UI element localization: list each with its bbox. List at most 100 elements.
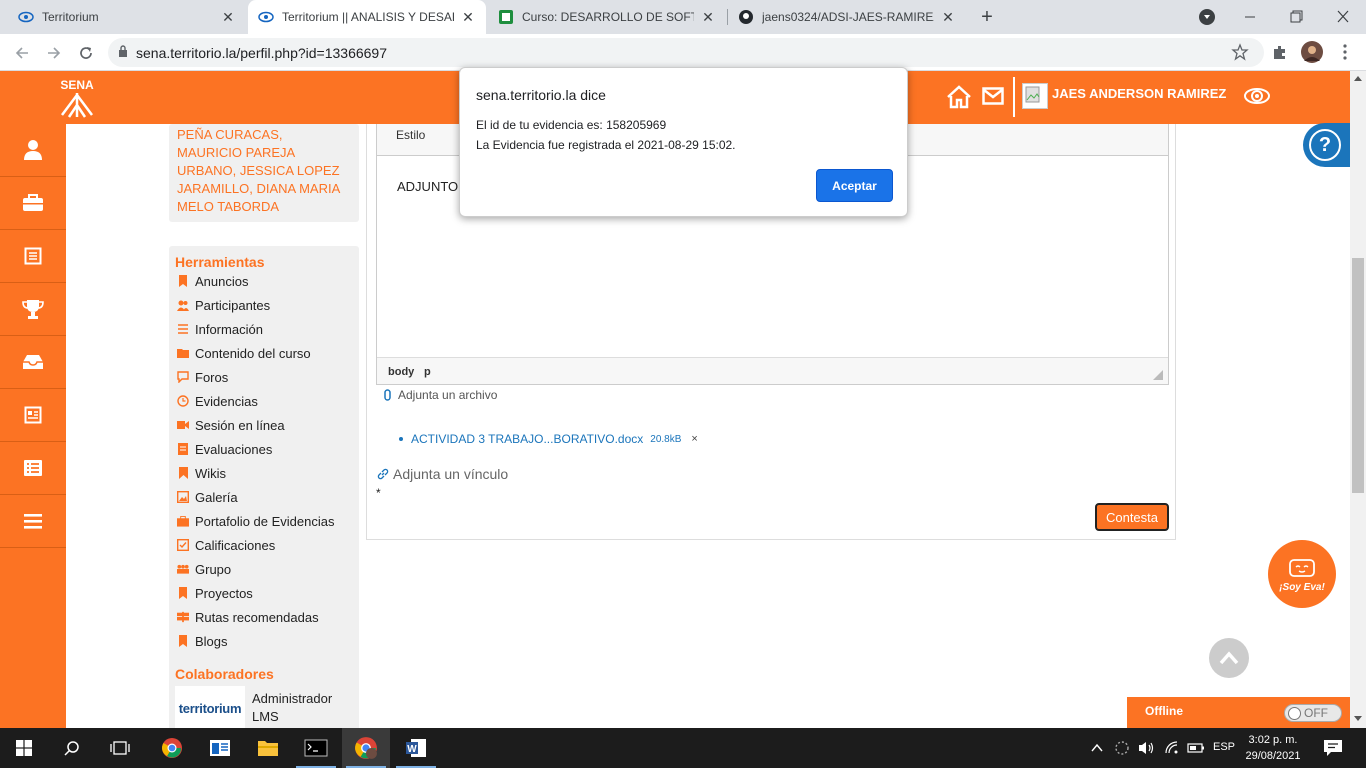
sena-logo[interactable]: SENA [54, 75, 100, 119]
members-list: PEÑA CURACAS, MAURICIO PAREJA URBANO, JE… [177, 126, 340, 216]
attach-file-link[interactable]: Adjunta un archivo [383, 388, 497, 402]
close-tab-icon[interactable]: ✕ [940, 9, 956, 26]
taskbar-clock[interactable]: 3:02 p. m. 29/08/2021 [1240, 732, 1306, 764]
chrome-profile-icon[interactable] [342, 728, 390, 768]
tool-sesion[interactable]: Sesión en línea [177, 415, 285, 435]
tool-label: Grupo [195, 561, 232, 577]
browser-tab-curso[interactable]: Curso: DESARROLLO DE SOFTWA ✕ [488, 0, 726, 34]
rail-profile-button[interactable] [0, 124, 66, 177]
extensions-icon[interactable] [1271, 43, 1289, 61]
chrome-icon[interactable] [148, 728, 196, 768]
collaborator-name-line: LMS [252, 709, 279, 724]
rail-document-button[interactable] [0, 230, 66, 283]
close-tab-icon[interactable]: ✕ [460, 9, 476, 26]
attach-link[interactable]: Adjunta un vínculo [377, 466, 508, 482]
volume-icon[interactable] [1138, 740, 1156, 756]
scrollbar-thumb[interactable] [1352, 258, 1364, 493]
user-name[interactable]: JAES ANDERSON RAMIREZ [1052, 86, 1226, 101]
github-icon [738, 9, 754, 25]
help-button[interactable]: ? [1303, 123, 1351, 167]
profile-avatar[interactable] [1301, 41, 1323, 63]
tool-participantes[interactable]: Participantes [177, 295, 270, 315]
browser-tab-github[interactable]: jaens0324/ADSI-JAES-RAMIREZ ✕ [728, 0, 966, 34]
signpost-icon [177, 611, 189, 623]
search-icon[interactable] [48, 728, 96, 768]
inbox-icon [23, 355, 43, 369]
bullet-icon [399, 437, 403, 441]
browser-tab-analisis[interactable]: Territorium || ANALISIS Y DESARR ✕ [248, 0, 486, 34]
task-view-icon[interactable] [96, 728, 144, 768]
close-window-icon[interactable] [1333, 7, 1353, 27]
eva-assistant-button[interactable]: ¡Soy Eva! [1268, 540, 1336, 608]
tray-expand-icon[interactable] [1090, 741, 1104, 755]
browser-menu-icon[interactable] [1336, 43, 1354, 61]
back-arrow-icon[interactable] [10, 41, 34, 65]
scroll-down-icon[interactable] [1354, 716, 1362, 722]
aceptar-button[interactable]: Aceptar [816, 169, 893, 202]
path-body[interactable]: body [388, 366, 414, 378]
tool-label: Sesión en línea [195, 417, 285, 433]
resize-handle-icon[interactable] [1153, 370, 1163, 380]
tool-anuncios[interactable]: Anuncios [177, 271, 248, 291]
user-avatar-broken-image[interactable] [1022, 83, 1048, 109]
bookmark-star-icon[interactable] [1231, 43, 1249, 61]
rail-briefcase-button[interactable] [0, 177, 66, 230]
windows-start-icon[interactable] [0, 728, 48, 768]
tool-portafolio[interactable]: Portafolio de Evidencias [177, 511, 334, 531]
tool-blogs[interactable]: Blogs [177, 631, 228, 651]
tool-calificaciones[interactable]: Calificaciones [177, 535, 275, 555]
scroll-to-top-button[interactable] [1209, 638, 1249, 678]
remove-attachment-icon[interactable]: × [691, 433, 697, 445]
reload-icon[interactable] [74, 41, 98, 65]
tools-card: Herramientas Anuncios Participantes Info… [169, 246, 359, 728]
address-bar[interactable]: sena.territorio.la/perfil.php?id=1336669… [108, 38, 1264, 67]
battery-icon[interactable] [1187, 741, 1205, 755]
forward-arrow-icon[interactable] [42, 41, 66, 65]
hamburger-icon [24, 514, 42, 529]
tool-wikis[interactable]: Wikis [177, 463, 226, 483]
path-p[interactable]: p [424, 366, 431, 378]
scroll-up-icon[interactable] [1354, 75, 1362, 81]
word-icon[interactable]: W [392, 728, 440, 768]
minimize-icon[interactable] [1240, 7, 1260, 27]
network-busy-icon[interactable] [1114, 740, 1130, 756]
rail-list-button[interactable] [0, 442, 66, 495]
rail-menu-button[interactable] [0, 495, 66, 548]
file-explorer-icon[interactable] [244, 728, 292, 768]
editor-body-text[interactable]: ADJUNTO [397, 179, 458, 194]
home-icon[interactable] [946, 85, 972, 109]
tool-galeria[interactable]: Galería [177, 487, 238, 507]
wifi-icon[interactable] [1164, 740, 1180, 756]
rail-trophy-button[interactable] [0, 283, 66, 336]
tool-rutas[interactable]: Rutas recomendadas [177, 607, 319, 627]
tool-informacion[interactable]: Información [177, 319, 263, 339]
tool-contenido[interactable]: Contenido del curso [177, 343, 311, 363]
tool-evidencias[interactable]: Evidencias [177, 391, 258, 411]
style-dropdown[interactable]: Estilo [396, 128, 425, 142]
restore-icon[interactable] [1287, 7, 1307, 27]
new-tab-button[interactable]: + [976, 6, 998, 28]
rail-inbox-button[interactable] [0, 336, 66, 389]
tool-evaluaciones[interactable]: Evaluaciones [177, 439, 272, 459]
tab-search-icon[interactable] [1199, 9, 1215, 25]
tool-foros[interactable]: Foros [177, 367, 228, 387]
rail-news-button[interactable] [0, 389, 66, 442]
attachment-name[interactable]: ACTIVIDAD 3 TRABAJO...BORATIVO.docx [411, 432, 643, 446]
notification-center-icon[interactable] [1323, 739, 1343, 757]
tool-proyectos[interactable]: Proyectos [177, 583, 253, 603]
territorium-eye-icon[interactable] [1243, 84, 1271, 108]
collaborator-name[interactable]: Administrador LMS [252, 690, 332, 726]
browser-tab-territorium[interactable]: Territorium ✕ [8, 0, 246, 34]
close-tab-icon[interactable]: ✕ [700, 9, 716, 26]
terminal-icon[interactable] [292, 728, 340, 768]
language-indicator[interactable]: ESP [1213, 741, 1235, 753]
lock-icon [118, 45, 136, 60]
contesta-button[interactable]: Contesta [1095, 503, 1169, 531]
online-toggle[interactable]: OFF [1284, 704, 1342, 722]
mail-icon[interactable] [982, 87, 1004, 105]
collaborator-logo-text: territorium [178, 700, 242, 716]
app-window-icon[interactable] [196, 728, 244, 768]
tool-grupo[interactable]: Grupo [177, 559, 231, 579]
dialog-title: sena.territorio.la dice [476, 87, 606, 103]
close-tab-icon[interactable]: ✕ [220, 9, 236, 26]
